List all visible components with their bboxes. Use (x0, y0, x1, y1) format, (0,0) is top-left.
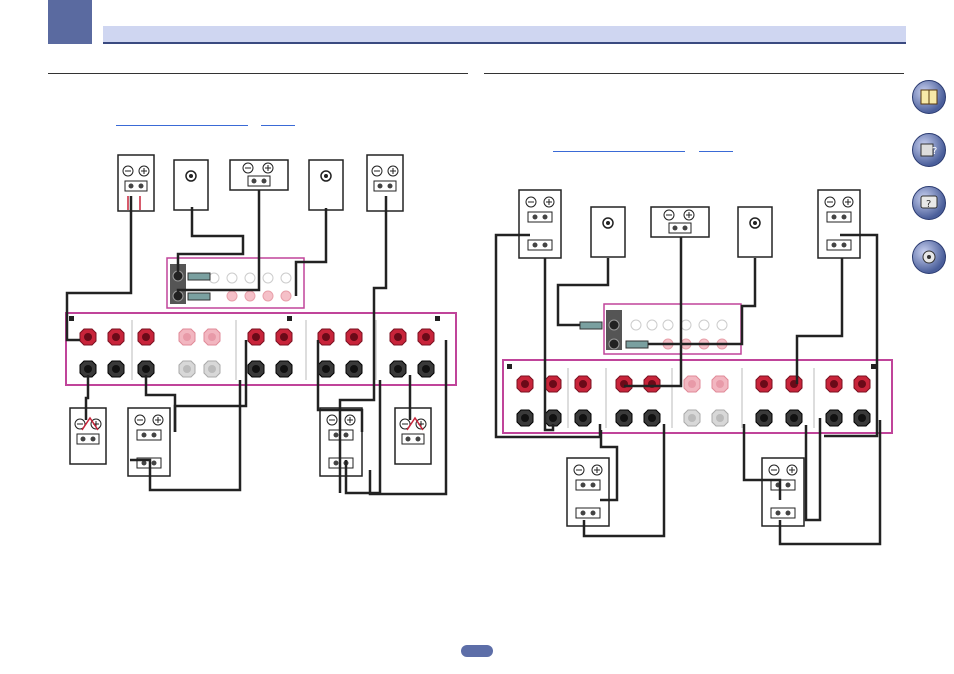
svg-text:?: ? (926, 199, 931, 210)
right-wiring-diagram (494, 189, 893, 546)
svg-text:?: ? (932, 146, 937, 157)
left-wiring-diagram (65, 154, 457, 496)
manual-book-icon[interactable] (912, 80, 946, 114)
faq-icon[interactable]: ? (912, 186, 946, 220)
page-number-badge (461, 645, 493, 657)
settings-tools-icon[interactable] (912, 240, 946, 274)
speaker-wiring-diagrams (65, 154, 893, 546)
receiver-help-icon[interactable]: ? (912, 133, 946, 167)
